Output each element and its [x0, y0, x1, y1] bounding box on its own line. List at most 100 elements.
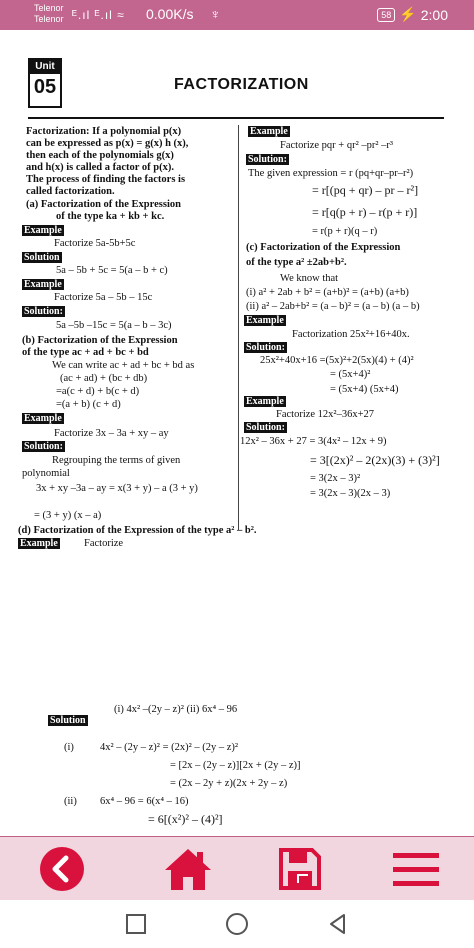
solution-label: Solution:: [246, 154, 289, 165]
title-divider: [28, 117, 444, 119]
network-speed: 0.00K/s: [146, 6, 194, 22]
solution-label: Solution: [22, 252, 62, 263]
solution-line: 4x² – (2y – z)² = (2x)² – (2y – z)²: [100, 742, 239, 753]
example-problem: Factorize 5a – 5b – 15c: [54, 292, 153, 303]
square-icon: [126, 914, 146, 934]
example-problem: (i) 4x² –(2y – z)² (ii) 6x⁴ – 96: [114, 704, 238, 715]
solution-line: = 3(2x – 3)(2x – 3): [310, 488, 391, 499]
example-label: Example: [22, 225, 64, 236]
save-icon: [279, 848, 321, 890]
section-b-heading: (b) Factorization of the Expression: [22, 335, 178, 346]
solution-line: = (5x+4)²: [330, 369, 371, 380]
solution-line: 5a –5b –15c = 5(a – b – 3c): [56, 320, 172, 331]
example-label: Example: [22, 413, 64, 424]
status-bar: Telenor Telenor ᴱ.ıl ᴱ.ıl ≈ 0.00K/s ♆ 58…: [0, 0, 474, 30]
example-label: Example: [244, 315, 286, 326]
explanation-line: We can write ac + ad + bc + bd as: [52, 360, 195, 371]
definition-line: then each of the polynomials g(x): [26, 150, 174, 161]
definition-line: can be expressed as p(x) = g(x) h (x),: [26, 138, 189, 149]
example-label: Example: [248, 126, 290, 137]
save-button[interactable]: [274, 845, 326, 893]
unit-badge: Unit 05: [28, 58, 62, 108]
menu-button[interactable]: [390, 845, 442, 893]
solution-line: = 6[(x²)² – (4)²]: [148, 812, 223, 826]
example-label: Example: [244, 396, 286, 407]
bottom-navigation: [0, 836, 474, 900]
section-d-heading: (d) Factorization of the Expression of t…: [18, 525, 257, 536]
solution-line: Regrouping the terms of given: [52, 455, 181, 466]
definition-line: called factorization.: [26, 186, 115, 197]
explanation-line: We know that: [280, 273, 339, 284]
solution-line: = (5x+4) (5x+4): [330, 384, 399, 395]
explanation-line: =a(c + d) + b(c + d): [56, 386, 140, 397]
carrier-1: Telenor: [34, 3, 64, 13]
system-navigation-bar: [0, 900, 474, 948]
solution-line: = [2x – (2y – z)][2x + (2y – z)]: [170, 760, 301, 771]
example-problem: Factorize 3x – 3a + xy – ay: [54, 428, 169, 439]
identity-line: (i) a² + 2ab + b² = (a+b)² = (a+b) (a+b): [246, 287, 409, 298]
clock: 2:00: [420, 6, 448, 23]
solution-line: = r(p + r)(q – r): [312, 226, 378, 237]
solution-line: = r[(pq + qr) – pr – r²]: [312, 183, 419, 197]
explanation-line: =(a + b) (c + d): [56, 399, 121, 410]
section-c-heading: of the type a² ±2ab+b².: [246, 257, 347, 268]
chapter-title: FACTORIZATION: [174, 76, 309, 93]
section-a-heading: (a) Factorization of the Expression: [26, 199, 181, 210]
part-number: (i): [64, 742, 74, 753]
column-divider: [238, 125, 239, 530]
example-problem: Factorize 12x²–36x+27: [276, 409, 375, 420]
status-right: 58 ⚡ 2:00: [377, 6, 448, 23]
hamburger-menu-icon: [393, 853, 439, 886]
battery-icon: 58: [377, 7, 396, 22]
definition-line: Factorization: If a polynomial p(x): [26, 126, 182, 137]
carrier-2: Telenor: [34, 14, 64, 24]
recents-button[interactable]: [124, 912, 148, 936]
solution-line: = (2x – 2y + z)(2x + 2y – z): [170, 778, 288, 789]
solution-label: Solution: [48, 715, 88, 726]
signal-icons: ᴱ.ıl ᴱ.ıl ≈: [72, 8, 125, 22]
section-c-heading: (c) Factorization of the Expression: [246, 242, 401, 253]
solution-line: = 3(2x – 3)²: [310, 473, 361, 484]
section-b-heading: of the type ac + ad + bc + bd: [22, 347, 149, 358]
example-problem: Factorize pqr + qr² –pr² –r³: [280, 140, 394, 151]
solution-label: Solution:: [22, 441, 65, 452]
circle-icon: [226, 913, 248, 935]
triangle-icon: [330, 914, 345, 934]
example-problem: Factorize 5a-5b+5c: [54, 238, 136, 249]
example-label: Example: [18, 538, 60, 549]
unit-number: 05: [33, 76, 57, 98]
book-page[interactable]: Unit 05 FACTORIZATION Factorization: If …: [0, 30, 474, 836]
carrier-names: Telenor Telenor: [34, 3, 64, 25]
part-number: (ii): [64, 796, 77, 807]
solution-line: The given expression = r (pq+qr–pr–r²): [248, 168, 414, 179]
solution-line: 5a – 5b + 5c = 5(a – b + c): [56, 265, 168, 276]
solution-line: 6x⁴ – 96 = 6(x⁴ – 16): [100, 796, 189, 807]
solution-line: = 3[(2x)² – 2(2x)(3) + (3)²]: [310, 453, 440, 467]
back-arrow-icon: [40, 847, 84, 891]
definition-line: The process of finding the factors is: [26, 174, 186, 185]
system-back-button[interactable]: [326, 912, 350, 936]
example-prompt: Factorize: [84, 538, 124, 549]
back-button[interactable]: [36, 845, 88, 893]
solution-line: polynomial: [22, 468, 70, 479]
solution-line: 12x² – 36x + 27 = 3(4x² – 12x + 9): [240, 436, 387, 447]
explanation-line: (ac + ad) + (bc + db): [60, 373, 148, 384]
solution-label: Solution:: [244, 342, 287, 353]
unit-label: Unit: [30, 60, 60, 74]
charging-icon: ⚡: [399, 6, 417, 22]
usb-icon: ♆: [210, 6, 221, 22]
solution-line: 3x + xy –3a – ay = x(3 + y) – a (3 + y): [36, 483, 198, 494]
solution-line: = (3 + y) (x – a): [34, 510, 102, 521]
home-icon: [165, 849, 211, 890]
solution-line: = r[q(p + r) – r(p + r)]: [312, 205, 418, 219]
solution-label: Solution:: [22, 306, 65, 317]
identity-line: (ii) a² – 2ab+b² = (a – b)² = (a – b) (a…: [246, 301, 420, 312]
system-home-button[interactable]: [225, 912, 249, 936]
solution-line: 25x²+40x+16 =(5x)²+2(5x)(4) + (4)²: [260, 355, 414, 366]
solution-label: Solution:: [244, 422, 287, 433]
home-button[interactable]: [162, 845, 214, 893]
definition-line: and h(x) is called a factor of p(x).: [26, 162, 174, 173]
example-label: Example: [22, 279, 64, 290]
example-problem: Factorization 25x²+16+40x.: [292, 329, 410, 340]
section-a-heading: of the type ka + kb + kc.: [56, 211, 165, 222]
